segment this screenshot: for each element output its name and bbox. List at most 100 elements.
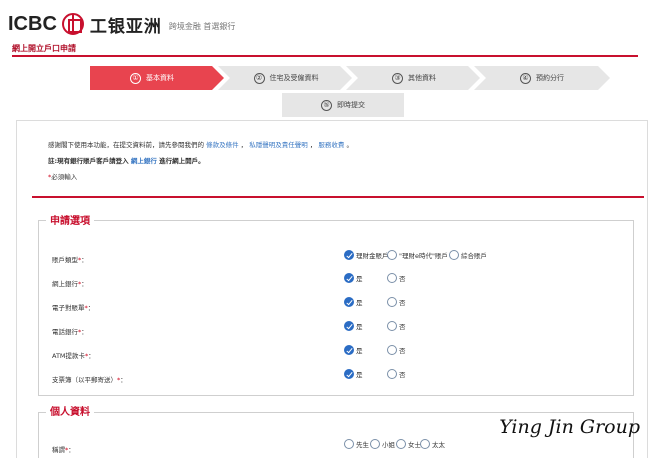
colon: ： [120, 376, 127, 384]
option-label: 是 [356, 299, 363, 307]
radio-icon[interactable] [387, 250, 397, 260]
note-text: 進行網上開戶。 [159, 157, 205, 165]
label-text: 賬戶類型 [52, 256, 78, 264]
salutation-label: 稱謂*： [52, 444, 75, 454]
required-note: *必須輸入 [48, 171, 77, 181]
period: 。 [346, 141, 353, 149]
radio-checked-icon[interactable] [344, 273, 354, 283]
account-type-option-e-era[interactable]: "理財e時代"賬戶 [387, 250, 448, 260]
step-number: ④ [520, 72, 531, 84]
section-divider [32, 196, 644, 198]
radio-checked-icon[interactable] [344, 250, 354, 260]
account-type-option-wealth[interactable]: 理財金賬戶 [344, 250, 389, 260]
privacy-link[interactable]: 私隱聲明及責任聲明 [249, 141, 308, 149]
watermark-text: Ying Jin Group [499, 416, 640, 438]
radio-icon[interactable] [449, 250, 459, 260]
radio-checked-icon[interactable] [344, 321, 354, 331]
note-text: 註:現有銀行賬戶客戶請登入 [48, 157, 129, 165]
step-label: 其他資料 [408, 74, 436, 82]
radio-checked-icon[interactable] [344, 369, 354, 379]
radio-checked-icon[interactable] [344, 345, 354, 355]
cheque-book-no[interactable]: 否 [387, 369, 406, 379]
fees-link[interactable]: 服務收費 [318, 141, 344, 149]
salutation-mrs[interactable]: 太太 [420, 439, 445, 449]
option-label: 是 [356, 275, 363, 283]
radio-icon[interactable] [344, 439, 354, 449]
option-label: "理財e時代"賬戶 [399, 252, 448, 260]
colon: ： [81, 280, 88, 288]
application-options-title: 申請選項 [46, 212, 94, 227]
salutation-miss[interactable]: 小姐 [370, 439, 395, 449]
label-text: ATM提款卡 [52, 352, 86, 360]
option-label: 否 [399, 323, 406, 331]
label-text: 支票簿（以平郵寄送） [52, 376, 117, 384]
step-label: 住宅及受僱資料 [269, 74, 319, 82]
e-statement-no[interactable]: 否 [387, 297, 406, 307]
phone-banking-yes[interactable]: 是 [344, 321, 363, 331]
colon: ： [88, 352, 95, 360]
salutation-mr[interactable]: 先生 [344, 439, 369, 449]
radio-icon[interactable] [387, 345, 397, 355]
account-type-option-integrated[interactable]: 綜合賬戶 [449, 250, 487, 260]
option-label: 否 [399, 299, 406, 307]
label-text: 電話銀行 [52, 328, 78, 336]
step-label: 預約分行 [536, 74, 564, 82]
cheque-book-label: 支票簿（以平郵寄送）*： [52, 374, 127, 384]
personal-info-title: 個人資料 [46, 403, 94, 418]
option-label: 理財金賬戶 [356, 252, 389, 260]
online-banking-no[interactable]: 否 [387, 273, 406, 283]
online-banking-yes[interactable]: 是 [344, 273, 363, 283]
step-residence-employment[interactable]: ② 住宅及受僱資料 [228, 66, 344, 90]
e-statement-yes[interactable]: 是 [344, 297, 363, 307]
intro-terms-text: 感謝閣下使用本功能，在提交資料前，請先參閱我們的 條款及條件 ， 私隱聲明及責任… [48, 139, 353, 149]
colon: ： [81, 256, 88, 264]
cheque-book-yes[interactable]: 是 [344, 369, 363, 379]
step-basic-info[interactable]: ① 基本資料 [92, 66, 212, 90]
option-label: 否 [399, 275, 406, 283]
application-options-fieldset [38, 220, 634, 396]
option-label: 是 [356, 371, 363, 379]
terms-link[interactable]: 條款及條件 [206, 141, 239, 149]
intro-text: 感謝閣下使用本功能，在提交資料前，請先參閱我們的 [48, 141, 204, 149]
step-number: ① [130, 72, 141, 84]
radio-icon[interactable] [370, 439, 380, 449]
radio-icon[interactable] [396, 439, 406, 449]
option-label: 否 [399, 347, 406, 355]
option-label: 小姐 [382, 441, 395, 449]
radio-icon[interactable] [387, 369, 397, 379]
intro-existing-customer-note: 註:現有銀行賬戶客戶請登入 網上銀行 進行網上開戶。 [48, 155, 205, 165]
e-statement-label: 電子對賬單*： [52, 302, 94, 312]
step-book-branch[interactable]: ④ 預約分行 [484, 66, 600, 90]
atm-card-yes[interactable]: 是 [344, 345, 363, 355]
option-label: 是 [356, 323, 363, 331]
online-banking-link[interactable]: 網上銀行 [131, 157, 157, 165]
account-type-label: 賬戶類型*： [52, 254, 88, 264]
radio-icon[interactable] [420, 439, 430, 449]
phone-banking-no[interactable]: 否 [387, 321, 406, 331]
option-label: 先生 [356, 441, 369, 449]
atm-card-no[interactable]: 否 [387, 345, 406, 355]
phone-banking-label: 電話銀行*： [52, 326, 88, 336]
option-label: 否 [399, 371, 406, 379]
label-text: 電子對賬單 [52, 304, 85, 312]
atm-card-label: ATM提款卡*： [52, 350, 95, 360]
option-label: 是 [356, 347, 363, 355]
step-other-info[interactable]: ③ 其他資料 [356, 66, 472, 90]
radio-icon[interactable] [387, 321, 397, 331]
colon: ： [68, 446, 75, 454]
label-text: 網上銀行 [52, 280, 78, 288]
salutation-ms[interactable]: 女士 [396, 439, 421, 449]
colon: ： [87, 304, 95, 312]
radio-checked-icon[interactable] [344, 297, 354, 307]
radio-icon[interactable] [387, 297, 397, 307]
required-text: 必須輸入 [51, 173, 78, 181]
step-number: ③ [392, 72, 403, 84]
step-number: ⑤ [321, 99, 332, 111]
separator: ， [240, 141, 248, 149]
option-label: 綜合賬戶 [461, 252, 487, 260]
label-text: 稱謂 [52, 446, 65, 454]
step-label: 基本資料 [146, 74, 174, 82]
radio-icon[interactable] [387, 273, 397, 283]
step-instant-submit[interactable]: ⑤ 即時提交 [282, 93, 404, 117]
option-label: 太太 [432, 441, 445, 449]
